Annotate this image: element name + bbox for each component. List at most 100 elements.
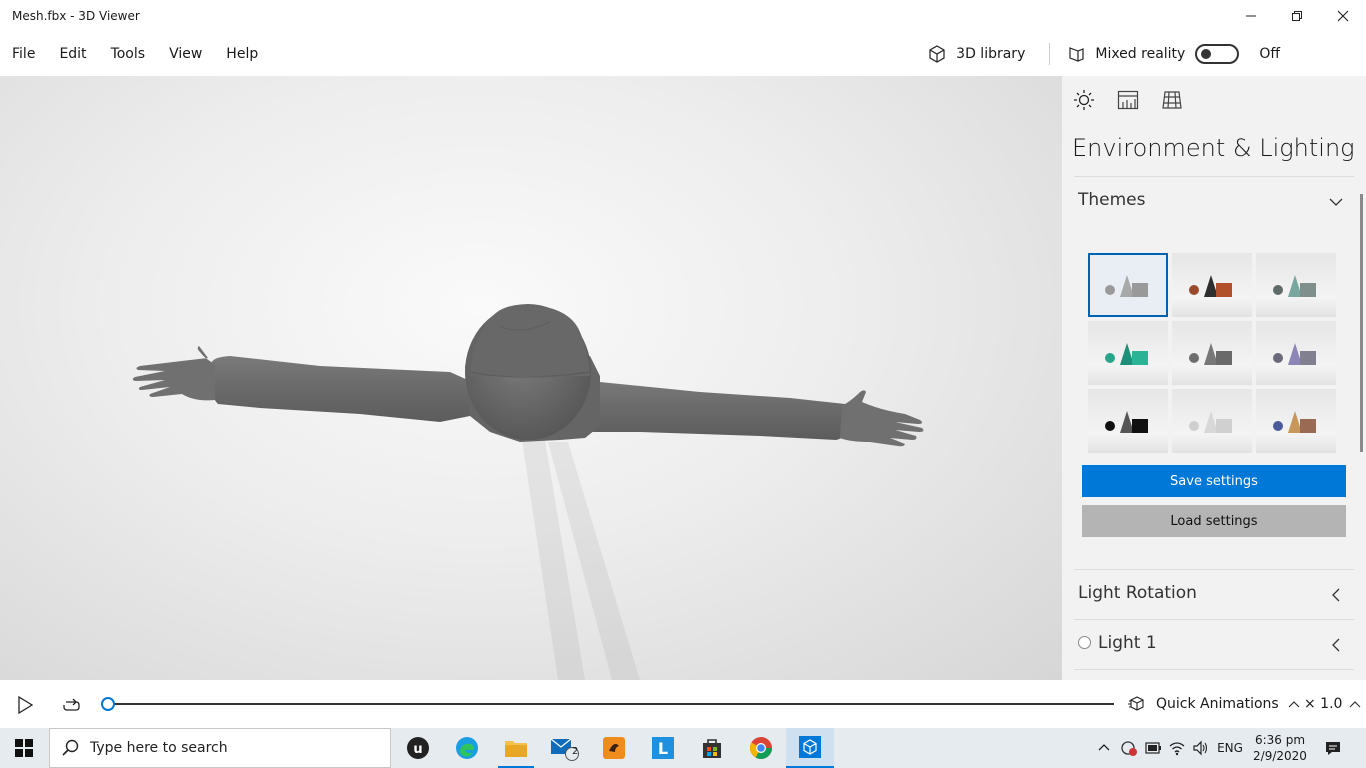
load-settings-button[interactable]: Load settings — [1082, 505, 1346, 537]
tray-wifi[interactable] — [1166, 728, 1188, 768]
taskbar-edge[interactable] — [443, 728, 491, 768]
tab-stats[interactable] — [1116, 88, 1140, 112]
toolbar-divider — [1049, 43, 1051, 65]
play-button[interactable] — [14, 694, 36, 716]
light-rotation-header[interactable]: Light Rotation — [1078, 583, 1197, 603]
play-icon — [18, 695, 34, 715]
menu-tools[interactable]: Tools — [99, 32, 158, 76]
restore-button[interactable] — [1274, 0, 1320, 32]
chevron-left-icon[interactable] — [1328, 637, 1344, 653]
theme-preview-icon — [1189, 343, 1232, 365]
taskbar-chrome[interactable] — [737, 728, 785, 768]
3d-viewport[interactable] — [0, 76, 1062, 680]
close-icon — [1337, 10, 1349, 22]
window-title: Mesh.fbx - 3D Viewer — [12, 9, 140, 23]
minimize-button[interactable] — [1228, 0, 1274, 32]
timeline-track[interactable] — [108, 703, 1114, 705]
loop-button[interactable] — [60, 694, 82, 716]
theme-dark[interactable] — [1088, 389, 1168, 453]
theme-preview-icon — [1273, 411, 1316, 433]
panel-scrollbar[interactable] — [1360, 194, 1363, 452]
minimize-icon — [1246, 15, 1256, 17]
menu-view[interactable]: View — [157, 32, 214, 76]
tray-clock[interactable]: 6:36 pm 2/9/2020 — [1250, 728, 1310, 768]
clock-time: 6:36 pm — [1254, 733, 1306, 747]
theme-light[interactable] — [1172, 389, 1252, 453]
restore-icon — [1292, 11, 1302, 21]
speed-label: × 1.0 — [1304, 696, 1343, 712]
chevron-up-icon — [1350, 701, 1361, 708]
theme-teal[interactable] — [1256, 253, 1336, 317]
clock-date: 2/9/2020 — [1253, 749, 1307, 763]
save-settings-button[interactable]: Save settings — [1082, 465, 1346, 497]
start-button[interactable] — [0, 728, 48, 768]
tray-update[interactable] — [1118, 728, 1140, 768]
l-app-icon: L — [652, 737, 674, 759]
model-render — [132, 304, 924, 680]
chrome-icon — [750, 737, 772, 759]
taskbar-orange-app[interactable] — [590, 728, 638, 768]
light1-header[interactable]: Light 1 — [1098, 633, 1157, 653]
3d-library-label: 3D library — [956, 46, 1026, 62]
chevron-left-icon[interactable] — [1328, 587, 1344, 603]
light1-radio[interactable] — [1078, 636, 1091, 649]
model-body — [465, 304, 600, 442]
grid-icon — [1162, 91, 1182, 109]
timeline-thumb[interactable] — [101, 697, 115, 711]
theme-warm[interactable] — [1172, 253, 1252, 317]
divider — [1074, 176, 1354, 177]
theme-default[interactable] — [1088, 253, 1168, 317]
chevron-up-icon — [1288, 701, 1300, 708]
theme-green[interactable] — [1088, 321, 1168, 385]
model-right-arm — [570, 378, 924, 447]
menu-file[interactable]: File — [0, 32, 47, 76]
3d-viewer-icon — [799, 736, 821, 758]
chevron-down-icon[interactable] — [1328, 194, 1344, 210]
theme-preview-icon — [1105, 275, 1148, 297]
search-icon — [62, 739, 79, 756]
taskbar-search[interactable]: Type here to search — [49, 728, 391, 768]
theme-violet[interactable] — [1256, 321, 1336, 385]
tray-battery[interactable] — [1142, 728, 1164, 768]
tray-notifications[interactable] — [1318, 728, 1348, 768]
menu-bar: File Edit Tools View Help 3D library Mix… — [0, 32, 1366, 76]
model-shadow — [522, 440, 640, 680]
taskbar-unreal[interactable]: u — [394, 728, 442, 768]
menu-edit[interactable]: Edit — [47, 32, 98, 76]
taskbar-mail[interactable]: 2 — [541, 728, 589, 768]
mixed-reality-button[interactable]: Mixed reality — [1066, 44, 1185, 64]
tab-grid[interactable] — [1160, 88, 1184, 112]
themes-header[interactable]: Themes — [1078, 190, 1146, 210]
cube-icon — [929, 45, 945, 63]
toolbar-right: 3D library Mixed reality Off — [927, 32, 1366, 76]
taskbar-file-explorer[interactable] — [492, 728, 540, 768]
speed-button[interactable]: × 1.0 — [1304, 692, 1362, 716]
quick-animations-button[interactable]: Quick Animations — [1128, 692, 1301, 716]
menu-help[interactable]: Help — [214, 32, 270, 76]
3d-library-button[interactable]: 3D library — [927, 44, 1025, 64]
mixed-reality-toggle[interactable] — [1195, 44, 1240, 64]
tray-language[interactable]: ENG — [1214, 728, 1246, 768]
taskbar-3d-viewer[interactable] — [786, 728, 834, 768]
mixed-reality-state: Off — [1259, 46, 1280, 62]
animation-bar: Quick Animations × 1.0 — [0, 680, 1366, 728]
quick-animations-label: Quick Animations — [1156, 696, 1279, 712]
theme-gradient[interactable] — [1256, 389, 1336, 453]
panel-title: Environment & Lighting — [1072, 134, 1355, 162]
svg-text:L: L — [658, 739, 668, 758]
taskbar-store[interactable] — [688, 728, 736, 768]
stats-icon — [1117, 90, 1139, 110]
toggle-knob — [1201, 49, 1212, 59]
tab-environment[interactable] — [1072, 88, 1096, 112]
close-button[interactable] — [1320, 0, 1366, 32]
theme-preview-icon — [1105, 343, 1148, 365]
taskbar-l-app[interactable]: L — [639, 728, 687, 768]
properties-panel: Environment & Lighting Themes Save setti… — [1062, 76, 1366, 680]
taskbar: Type here to search u 2 L ENG 6:36 pm 2/… — [0, 728, 1366, 768]
sun-icon — [1074, 90, 1094, 110]
folder-icon — [505, 741, 527, 757]
tray-overflow[interactable] — [1094, 728, 1114, 768]
edge-icon — [456, 737, 478, 759]
tray-volume[interactable] — [1190, 728, 1212, 768]
theme-grey[interactable] — [1172, 321, 1252, 385]
